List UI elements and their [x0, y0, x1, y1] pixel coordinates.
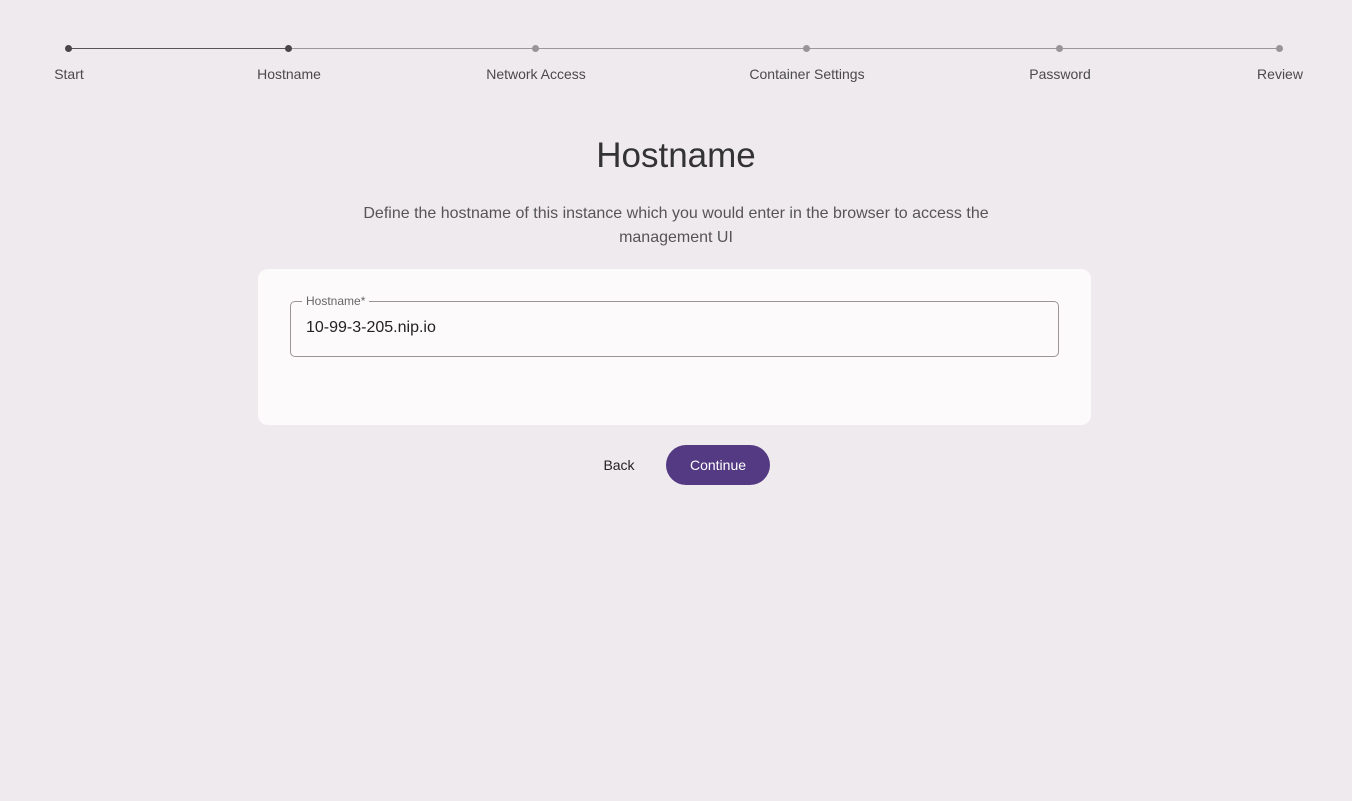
step-label: Hostname [257, 66, 321, 82]
continue-button[interactable]: Continue [666, 445, 770, 485]
hostname-field[interactable]: Hostname* [290, 293, 1059, 357]
step-label: Review [1257, 66, 1303, 82]
step-label: Start [54, 66, 84, 82]
stepper-remaining-line [289, 48, 1280, 49]
hostname-card: Hostname* [258, 269, 1091, 425]
hostname-input[interactable] [306, 319, 1036, 337]
step-dot-icon [285, 45, 292, 52]
step-dot-icon [532, 45, 539, 52]
step-label: Password [1029, 66, 1091, 82]
stepper: Start Hostname Network Access Container … [0, 0, 1352, 100]
step-label: Container Settings [749, 66, 865, 82]
back-button[interactable]: Back [588, 445, 650, 485]
step-dot-icon [65, 45, 72, 52]
step-dot-icon [1276, 45, 1283, 52]
page-title: Hostname [596, 136, 756, 175]
hostname-field-label: Hostname* [302, 293, 370, 309]
page-description: Define the hostname of this instance whi… [363, 205, 989, 246]
step-label: Network Access [486, 66, 586, 82]
step-dot-icon [1056, 45, 1063, 52]
step-dot-icon [803, 45, 810, 52]
stepper-progress-line [69, 48, 289, 49]
